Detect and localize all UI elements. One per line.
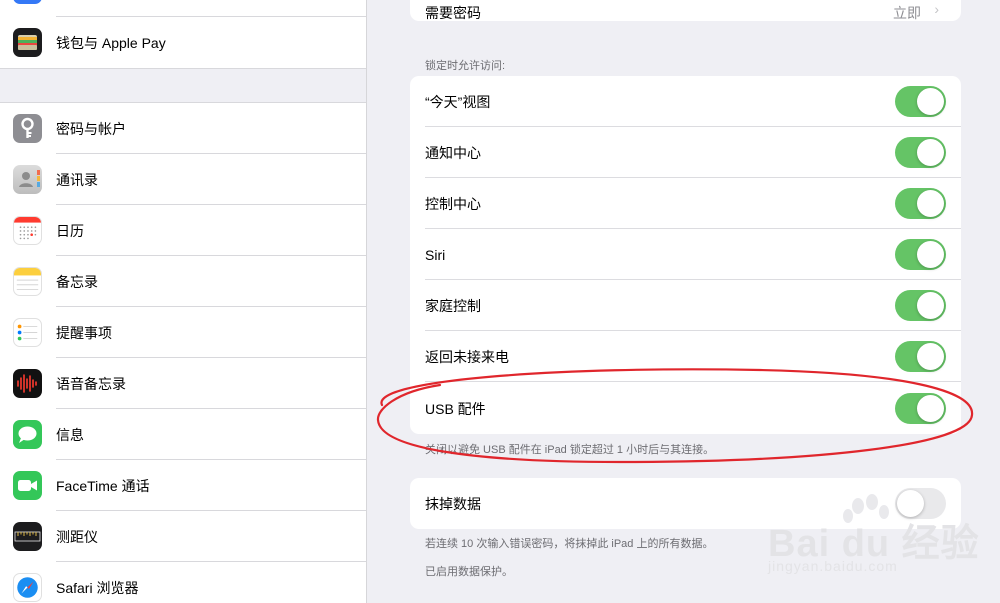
baidu-jingyan-watermark: Bai du 经验 jingyan.baidu.com [766,492,979,582]
sidebar-item-label: FaceTime 通话 [56,477,150,494]
return-missed-calls-toggle[interactable] [895,341,946,372]
settings-sidebar: 钱包与 Apple Pay 密码与帐户 通讯录 日历 备忘录 提醒事项 语音备忘… [0,0,367,603]
toggle-knob [917,395,944,422]
require-passcode-label: 需要密码 [425,5,481,21]
contacts-icon [13,165,42,194]
partial-app-icon [13,0,42,4]
toggle-knob [917,241,944,268]
sidebar-item-label: 语音备忘录 [56,375,126,392]
calendar-icon [13,216,42,245]
wallet-icon [13,28,42,57]
voice-memos-icon [13,369,42,398]
sidebar-item-facetime[interactable]: FaceTime 通话 [0,460,366,511]
control-center-row: 控制中心 [410,178,961,229]
control-center-label: 控制中心 [425,195,481,212]
today-view-toggle[interactable] [895,86,946,117]
toggle-knob [917,343,944,370]
facetime-icon [13,471,42,500]
sidebar-item-notes[interactable]: 备忘录 [0,256,366,307]
usb-accessories-row: USB 配件 [410,383,961,434]
usb-accessories-toggle[interactable] [895,393,946,424]
toggle-knob [917,292,944,319]
home-control-label: 家庭控制 [425,297,481,314]
sidebar-item-label: 密码与帐户 [56,120,126,137]
chevron-right-icon: › [934,1,939,17]
toggle-knob [917,139,944,166]
home-control-toggle[interactable] [895,290,946,321]
measure-icon [13,522,42,551]
sidebar-item-label: 钱包与 Apple Pay [56,34,166,51]
data-protection-footnote: 已启用数据保护。 [425,566,513,578]
erase-footnote: 若连续 10 次输入错误密码，将抹掉此 iPad 上的所有数据。 [425,538,714,550]
sidebar-item-contacts[interactable]: 通讯录 [0,154,366,205]
sidebar-item-messages[interactable]: 信息 [0,409,366,460]
usb-footnote: 关闭以避免 USB 配件在 iPad 锁定超过 1 小时后与其连接。 [425,444,715,456]
sidebar-item-safari[interactable]: Safari 浏览器 [0,562,366,603]
today-view-row: “今天”视图 [410,76,961,127]
today-view-label: “今天”视图 [425,93,491,110]
messages-icon [13,420,42,449]
sidebar-item-voice-memos[interactable]: 语音备忘录 [0,358,366,409]
control-center-toggle[interactable] [895,188,946,219]
passcode-required-group: 需要密码 立即 › [410,0,961,21]
watermark-url: jingyan.baidu.com [768,558,898,574]
sidebar-item-calendar[interactable]: 日历 [0,205,366,256]
usb-accessories-label: USB 配件 [425,400,486,417]
reminders-icon [13,318,42,347]
sidebar-item-measure[interactable]: 测距仪 [0,511,366,562]
sidebar-item-label: 提醒事项 [56,324,112,341]
sidebar-item-wallet[interactable]: 钱包与 Apple Pay [0,17,366,68]
sidebar-item-label: 日历 [56,222,84,239]
notification-center-label: 通知中心 [425,144,481,161]
require-passcode-row[interactable]: 需要密码 立即 › [410,0,961,21]
erase-data-label: 抹掉数据 [425,495,481,512]
siri-row: Siri [410,229,961,280]
sidebar-item-label: 信息 [56,426,84,443]
sidebar-item-reminders[interactable]: 提醒事项 [0,307,366,358]
notes-icon [13,267,42,296]
toggle-knob [917,190,944,217]
notification-center-toggle[interactable] [895,137,946,168]
key-icon [13,114,42,143]
sidebar-item-passwords[interactable]: 密码与帐户 [0,103,366,154]
sidebar-item-label: 通讯录 [56,171,98,188]
safari-icon [13,573,42,602]
require-passcode-value: 立即 [893,5,921,21]
notification-center-row: 通知中心 [410,127,961,178]
sidebar-section-gap [0,68,366,103]
return-missed-calls-label: 返回未接来电 [425,348,509,365]
lock-access-header: 锁定时允许访问: [425,60,506,72]
home-control-row: 家庭控制 [410,280,961,331]
sidebar-item-label: 备忘录 [56,273,98,290]
sidebar-top-block: 钱包与 Apple Pay [0,0,366,68]
siri-toggle[interactable] [895,239,946,270]
lock-access-group: “今天”视图 通知中心 控制中心 Siri 家庭控制 返回未接来电 USB 配件 [410,76,961,434]
toggle-knob [917,88,944,115]
sidebar-item-label: 测距仪 [56,528,98,545]
return-missed-calls-row: 返回未接来电 [410,331,961,382]
sidebar-item-label: Safari 浏览器 [56,579,139,596]
siri-label: Siri [425,246,446,263]
